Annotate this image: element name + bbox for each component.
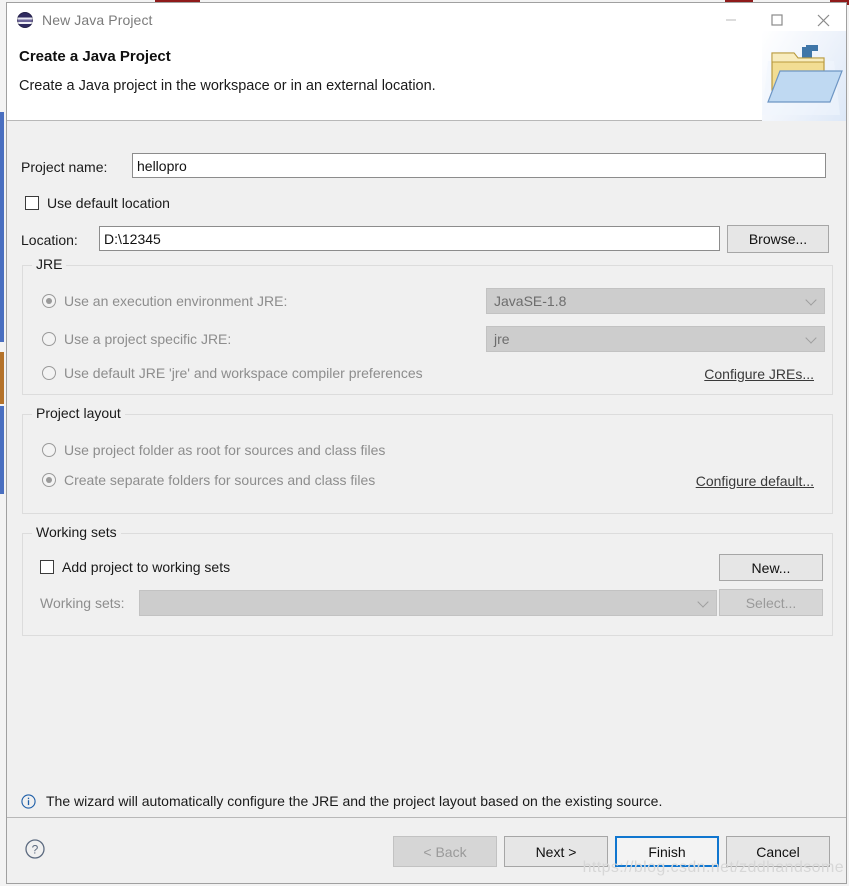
project-name-input[interactable] [132, 153, 826, 178]
dialog-footer: ? < Back Next > Finish Cancel https://bl… [7, 817, 846, 883]
background-edge-accent [0, 352, 4, 404]
browse-button[interactable]: Browse... [727, 225, 829, 253]
dialog-header: Create a Java Project Create a Java proj… [7, 31, 846, 121]
dialog-titlebar: New Java Project [7, 3, 846, 37]
chevron-down-icon [805, 332, 817, 344]
radio-button [42, 473, 56, 487]
help-icon[interactable]: ? [25, 839, 45, 859]
background-edge-accent [0, 406, 4, 494]
radio-label: Use an execution environment JRE: [64, 293, 288, 309]
project-name-label: Project name: [21, 159, 108, 175]
radio-button [42, 443, 56, 457]
java-project-folder-icon [762, 31, 846, 121]
back-button[interactable]: < Back [393, 836, 497, 867]
working-sets-combo-label: Working sets: [40, 595, 125, 611]
radio-project-specific-jre[interactable]: Use a project specific JRE: [42, 331, 231, 347]
info-message: The wizard will automatically configure … [21, 793, 662, 809]
add-to-working-sets-checkbox[interactable]: Add project to working sets [40, 559, 230, 575]
radio-label: Use project folder as root for sources a… [64, 442, 386, 458]
add-to-working-sets-label: Add project to working sets [62, 559, 231, 575]
new-java-project-dialog: New Java Project Create a Java Project C… [6, 2, 847, 884]
info-icon [21, 793, 36, 809]
working-sets-group: Working sets Add project to working sets… [22, 524, 833, 636]
info-message-text: The wizard will automatically configure … [46, 793, 663, 809]
radio-label: Use default JRE 'jre' and workspace comp… [64, 365, 423, 381]
dialog-title: New Java Project [42, 12, 153, 28]
watermark: https://blog.csdn.net/zddhandsome [582, 859, 844, 876]
radio-execution-environment-jre[interactable]: Use an execution environment JRE: [42, 293, 287, 309]
checkbox-box [40, 560, 54, 574]
radio-button [42, 294, 56, 308]
radio-project-folder-root[interactable]: Use project folder as root for sources a… [42, 442, 385, 458]
jre-group-title: JRE [32, 256, 67, 272]
working-sets-combo[interactable] [139, 590, 717, 616]
radio-separate-folders[interactable]: Create separate folders for sources and … [42, 472, 375, 488]
page-title: Create a Java Project [19, 48, 171, 65]
location-label: Location: [21, 232, 78, 248]
radio-label: Create separate folders for sources and … [64, 472, 376, 488]
location-input[interactable] [99, 226, 720, 251]
radio-button [42, 366, 56, 380]
page-description: Create a Java project in the workspace o… [19, 78, 436, 94]
configure-jres-link[interactable]: Configure JREs... [704, 366, 814, 382]
project-layout-group-title: Project layout [32, 405, 125, 421]
svg-text:?: ? [32, 843, 39, 857]
project-jre-combo[interactable]: jre [486, 326, 825, 352]
background-edge-accent [0, 112, 4, 342]
checkbox-box [25, 196, 39, 210]
configure-default-link[interactable]: Configure default... [696, 473, 814, 489]
project-jre-value: jre [494, 331, 510, 347]
eclipse-icon [17, 12, 33, 28]
execution-environment-value: JavaSE-1.8 [494, 293, 567, 309]
select-working-set-button[interactable]: Select... [719, 589, 823, 616]
minimize-icon[interactable] [708, 3, 754, 37]
radio-label: Use a project specific JRE: [64, 331, 232, 347]
chevron-down-icon [805, 294, 817, 306]
use-default-location-checkbox[interactable]: Use default location [25, 195, 170, 211]
radio-button [42, 332, 56, 346]
project-layout-group: Project layout Use project folder as roo… [22, 405, 833, 514]
new-working-set-button[interactable]: New... [719, 554, 823, 581]
dialog-body: Project name: Use default location Locat… [7, 121, 846, 817]
radio-default-jre[interactable]: Use default JRE 'jre' and workspace comp… [42, 365, 423, 381]
execution-environment-combo[interactable]: JavaSE-1.8 [486, 288, 825, 314]
use-default-location-label: Use default location [47, 195, 170, 211]
chevron-down-icon [697, 596, 709, 608]
jre-group: JRE Use an execution environment JRE: Us… [22, 256, 833, 395]
working-sets-group-title: Working sets [32, 524, 121, 540]
